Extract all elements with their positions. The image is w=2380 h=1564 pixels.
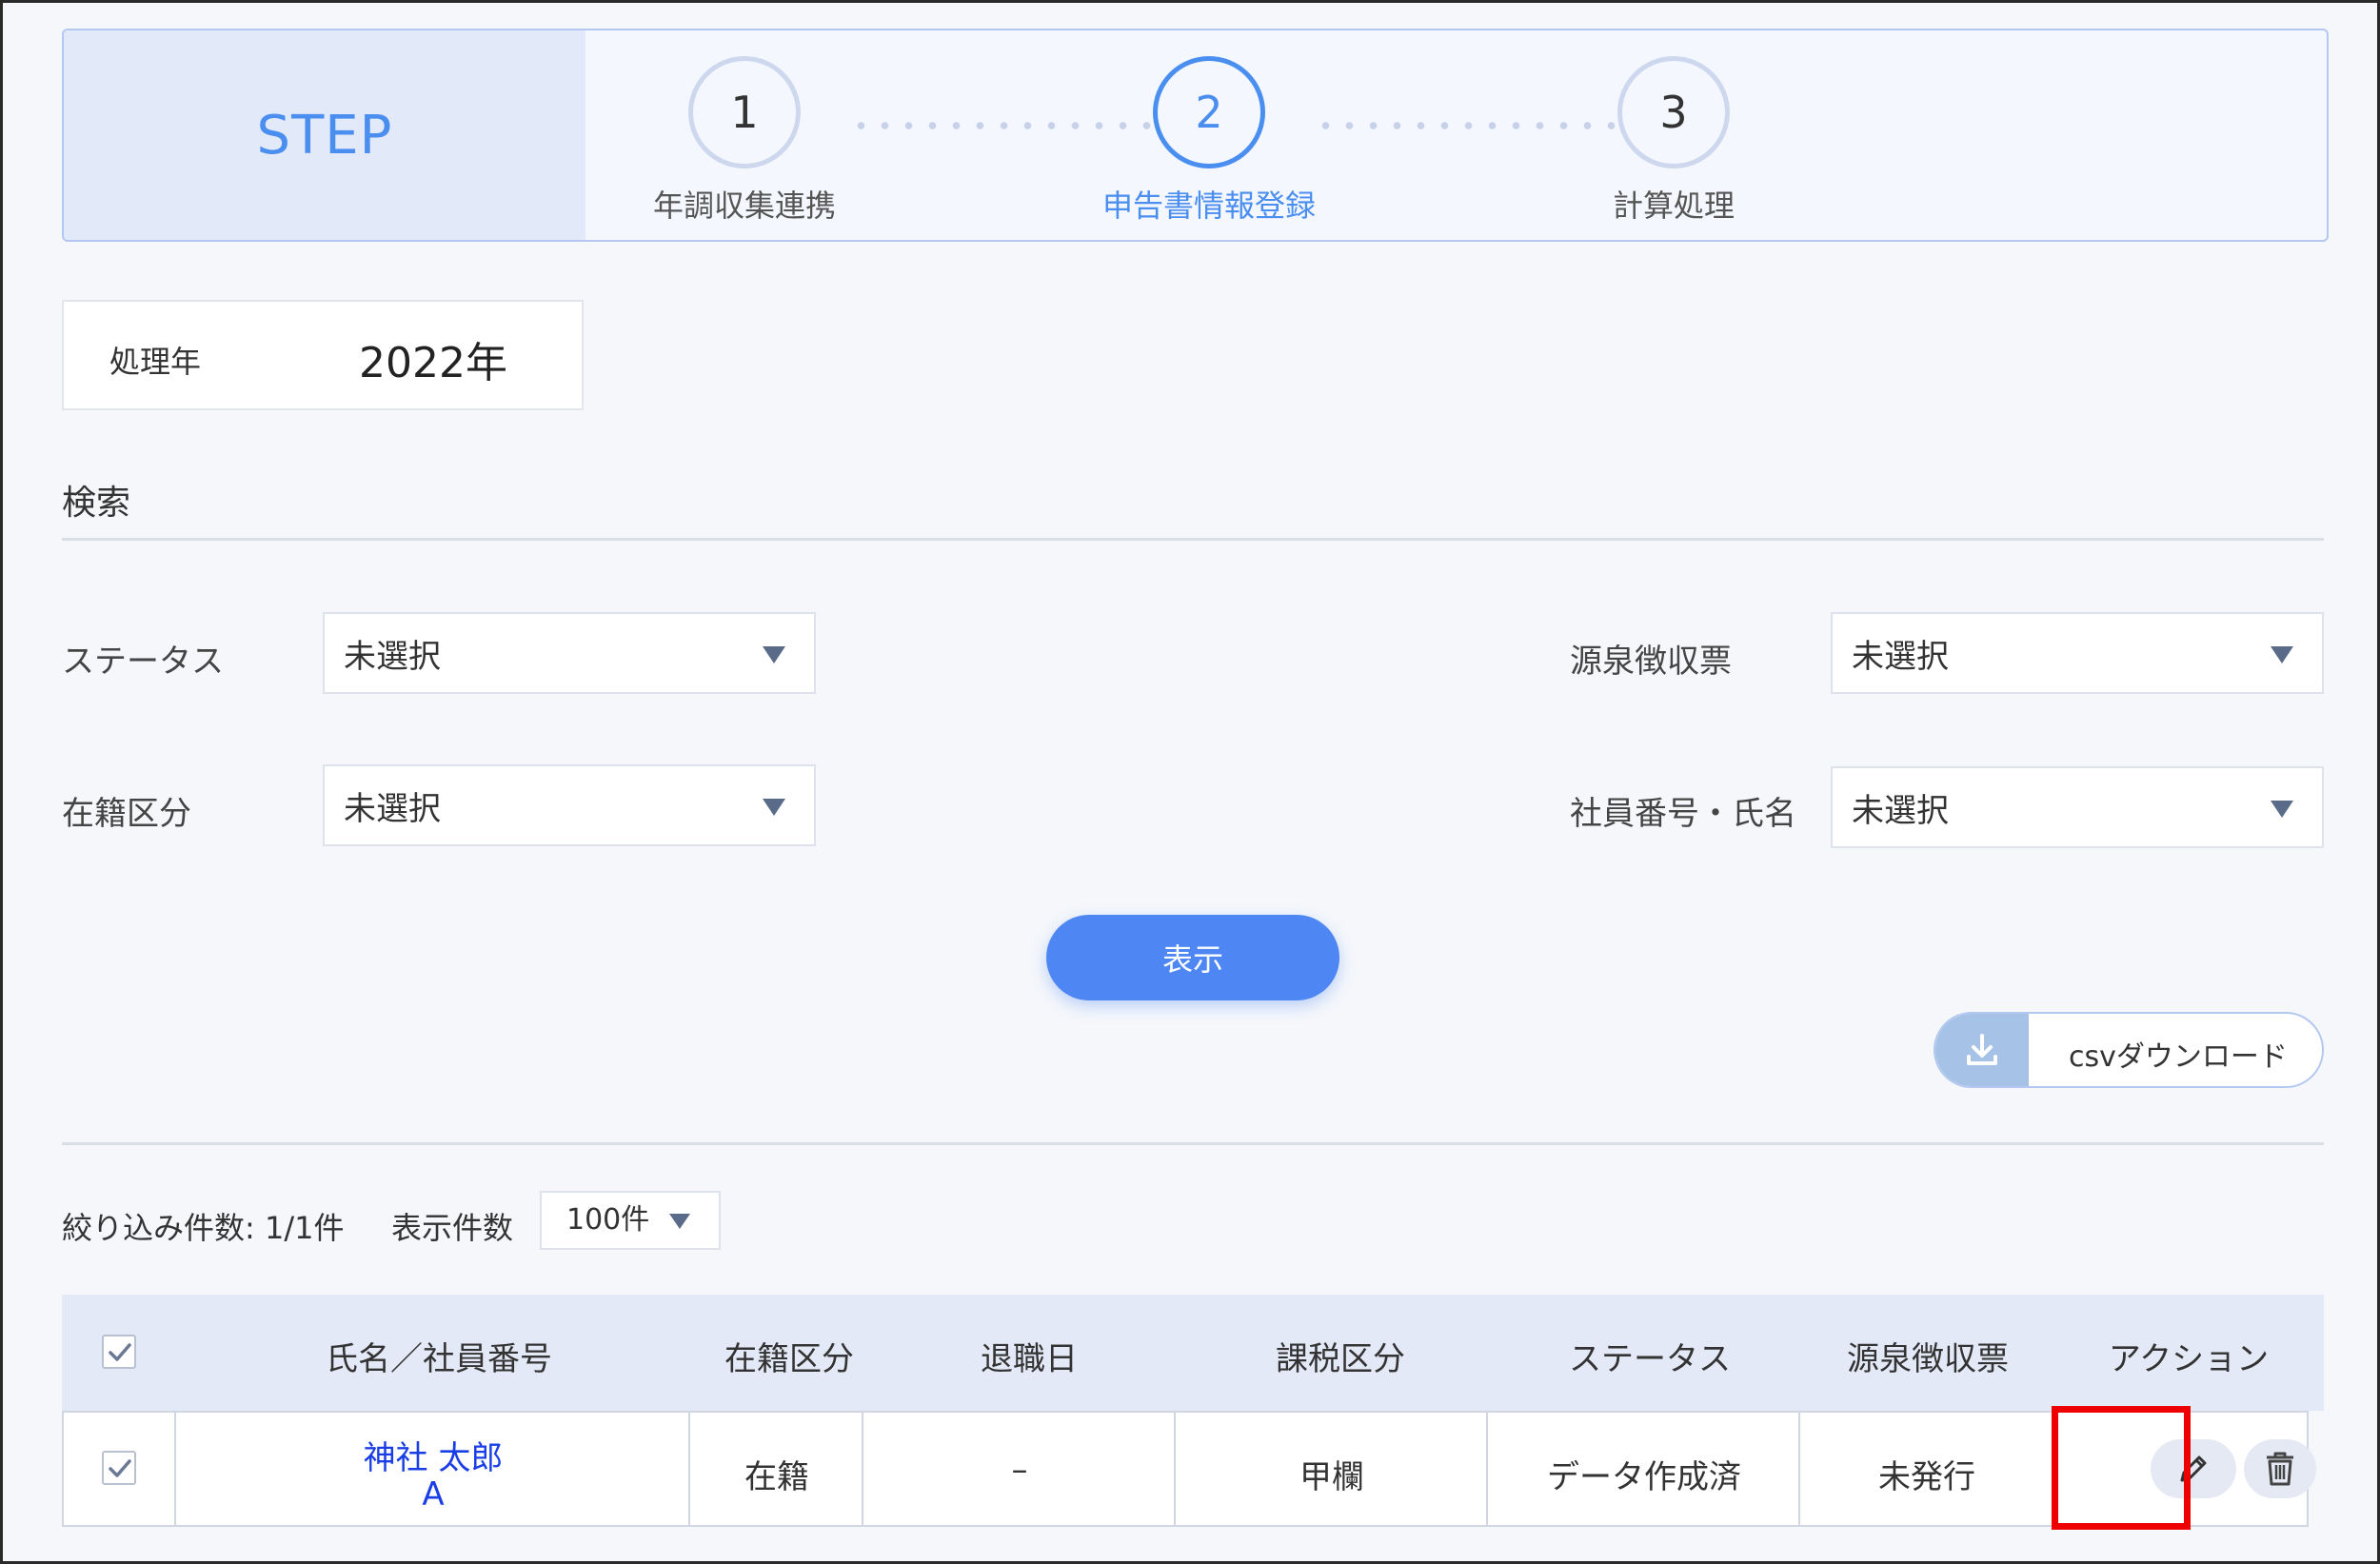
withholding-filter-label: 源泉徴収票 — [1570, 643, 1732, 681]
step-label: STEP — [256, 104, 393, 167]
per-page-value: 100件 — [566, 1203, 650, 1237]
caret-down-icon — [763, 646, 785, 663]
check-icon — [109, 1459, 131, 1477]
th-name[interactable]: 氏名／社員番号 — [326, 1333, 552, 1379]
step-label-box: STEP — [64, 30, 585, 240]
trash-icon — [2267, 1452, 2293, 1486]
csv-download-label: csvダウンロード — [2069, 1040, 2288, 1074]
enrollment-filter-label: 在籍区分 — [62, 795, 191, 833]
per-page-label: 表示件数 — [391, 1210, 514, 1246]
th-action: アクション — [2108, 1340, 2270, 1378]
enrollment-filter-select[interactable]: 未選択 — [323, 764, 816, 846]
cell-retire-date: – — [863, 1413, 1176, 1525]
status-filter-label: ステータス — [62, 643, 224, 681]
show-button[interactable]: 表示 — [1046, 915, 1339, 1000]
employee-filter-select[interactable]: 未選択 — [1831, 766, 2324, 848]
status-filter-value: 未選択 — [344, 637, 441, 676]
step-3-circle: 3 — [1617, 56, 1730, 168]
search-divider — [62, 538, 2324, 541]
processing-year-label: 処理年 — [109, 344, 202, 380]
edit-button-highlight — [2052, 1406, 2191, 1530]
cell-enrollment: 在籍 — [690, 1413, 863, 1525]
step-2-caption: 申告書情報登録 — [1101, 188, 1316, 224]
cell-name: 神社 太郎 A — [176, 1413, 690, 1525]
step-2-circle: 2 — [1153, 56, 1265, 168]
per-page-select[interactable]: 100件 — [540, 1191, 721, 1250]
withholding-filter-value: 未選択 — [1852, 637, 1949, 676]
step-1-caption: 年調収集連携 — [652, 188, 836, 224]
th-withholding[interactable]: 源泉徴収票 — [1847, 1333, 2009, 1379]
employee-filter-label: 社員番号・氏名 — [1570, 795, 1796, 833]
cell-tax-class: 甲欄 — [1176, 1413, 1488, 1525]
check-icon — [109, 1343, 131, 1361]
employee-number-link[interactable]: A — [422, 1475, 444, 1514]
retire-date-value: – — [1011, 1451, 1028, 1489]
tax-class-value: 甲欄 — [1299, 1458, 1364, 1496]
employee-filter-value: 未選択 — [1852, 791, 1949, 830]
step-3-caption: 計算処理 — [1612, 188, 1735, 224]
th-retire-date[interactable]: 退職日 — [981, 1333, 1078, 1379]
csv-download-button[interactable]: csvダウンロード — [1934, 1012, 2324, 1088]
withholding-value: 未発行 — [1878, 1458, 1975, 1496]
caret-down-icon — [763, 799, 785, 816]
caret-down-icon — [2271, 801, 2293, 818]
caret-down-icon — [669, 1214, 690, 1229]
enrollment-value: 在籍 — [744, 1458, 809, 1496]
processing-year-box: 処理年 2022年 — [62, 300, 584, 410]
app-frame: STEP 1 年調収集連携 2 申告書情報登録 3 計算処理 処理年 2022年… — [0, 0, 2380, 1564]
cell-withholding: 未発行 — [1800, 1413, 2053, 1525]
download-icon — [1935, 1014, 2029, 1086]
withholding-filter-select[interactable]: 未選択 — [1831, 612, 2324, 694]
search-section-title: 検索 — [62, 484, 131, 523]
list-divider — [62, 1142, 2324, 1145]
employee-name-link[interactable]: 神社 太郎 — [364, 1432, 504, 1478]
row-checkbox[interactable] — [102, 1451, 136, 1485]
filter-count: 絞り込み件数: 1/1件 — [62, 1210, 345, 1246]
processing-year-value: 2022年 — [359, 339, 507, 387]
caret-down-icon — [2271, 646, 2293, 663]
status-value: データ作成済 — [1547, 1458, 1741, 1496]
step-1[interactable]: 1 年調収集連携 — [602, 56, 887, 228]
step-3[interactable]: 3 計算処理 — [1531, 56, 1816, 228]
th-status[interactable]: ステータス — [1569, 1333, 1731, 1379]
cell-checkbox — [64, 1413, 176, 1525]
table-row: 神社 太郎 A 在籍 – 甲欄 データ作成済 未発行 — [62, 1411, 2316, 1527]
delete-button[interactable] — [2244, 1439, 2316, 1498]
table-header: 氏名／社員番号 在籍区分 退職日 課税区分 ステータス 源泉徴収票 アクション — [62, 1295, 2324, 1411]
step-1-circle: 1 — [688, 56, 801, 168]
step-progress-bar: STEP 1 年調収集連携 2 申告書情報登録 3 計算処理 — [62, 29, 2329, 242]
th-tax-class[interactable]: 課税区分 — [1276, 1333, 1405, 1379]
enrollment-filter-value: 未選択 — [344, 789, 441, 828]
th-enrollment[interactable]: 在籍区分 — [724, 1333, 854, 1379]
select-all-checkbox[interactable] — [102, 1335, 136, 1369]
step-2[interactable]: 2 申告書情報登録 — [1066, 56, 1352, 228]
cell-status: データ作成済 — [1488, 1413, 1800, 1525]
status-filter-select[interactable]: 未選択 — [323, 612, 816, 694]
